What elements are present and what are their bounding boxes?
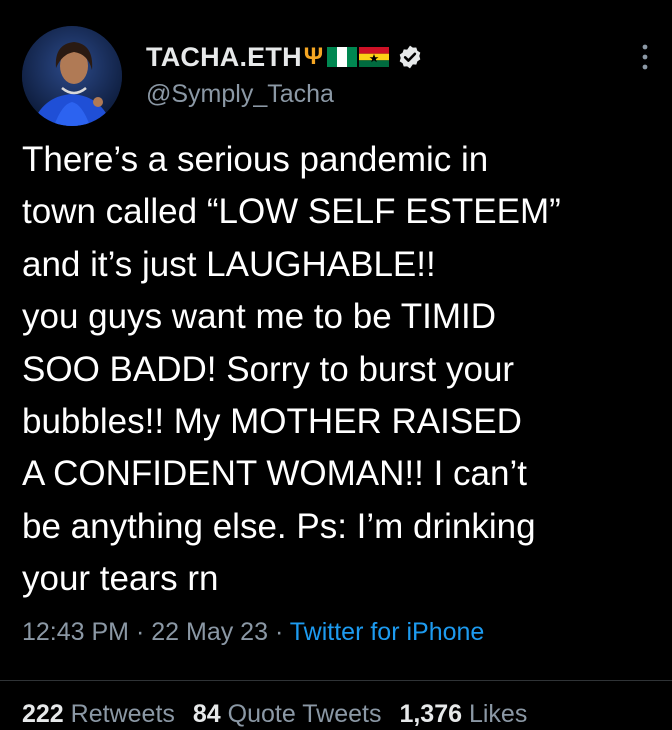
tweet: TACHA.ETH Ψ @Symply_Tacha There’s a seri… bbox=[0, 0, 672, 730]
trident-icon: Ψ bbox=[303, 43, 324, 70]
tweet-date[interactable]: 22 May 23 bbox=[151, 618, 268, 646]
likes-count: 1,376 bbox=[399, 700, 463, 728]
retweets-stat[interactable]: 222 Retweets bbox=[22, 700, 175, 728]
meta-separator: · bbox=[135, 618, 145, 646]
user-handle[interactable]: @Symply_Tacha bbox=[146, 80, 423, 109]
ghana-flag-icon bbox=[359, 47, 390, 67]
likes-stat[interactable]: 1,376 Likes bbox=[399, 700, 527, 728]
quotes-stat[interactable]: 84 Quote Tweets bbox=[193, 700, 382, 728]
quotes-count: 84 bbox=[192, 700, 221, 728]
user-names: TACHA.ETH Ψ @Symply_Tacha bbox=[146, 40, 423, 109]
avatar-image bbox=[22, 26, 122, 126]
display-name[interactable]: TACHA.ETH bbox=[146, 42, 302, 73]
likes-label: Likes bbox=[468, 700, 528, 728]
quotes-label: Quote Tweets bbox=[227, 700, 382, 728]
verified-badge-icon bbox=[399, 45, 421, 69]
display-name-row[interactable]: TACHA.ETH Ψ bbox=[146, 40, 423, 74]
tweet-stats: 222 Retweets 84 Quote Tweets 1,376 Likes bbox=[22, 700, 527, 729]
tweet-text: There’s a serious pandemic in town calle… bbox=[22, 140, 561, 599]
tweet-time[interactable]: 12:43 PM bbox=[22, 618, 129, 646]
avatar[interactable] bbox=[22, 26, 122, 126]
retweets-label: Retweets bbox=[70, 700, 175, 728]
retweets-count: 222 bbox=[22, 700, 64, 728]
meta-separator: · bbox=[274, 618, 284, 646]
name-emoji: Ψ bbox=[303, 43, 390, 70]
more-options-icon[interactable] bbox=[640, 42, 650, 72]
divider bbox=[0, 680, 672, 681]
tweet-meta: 12:43 PM · 22 May 23 · Twitter for iPhon… bbox=[22, 618, 484, 647]
tweet-header: TACHA.ETH Ψ @Symply_Tacha bbox=[22, 26, 652, 126]
nigeria-flag-icon bbox=[327, 47, 358, 67]
tweet-source-link[interactable]: Twitter for iPhone bbox=[290, 618, 485, 646]
